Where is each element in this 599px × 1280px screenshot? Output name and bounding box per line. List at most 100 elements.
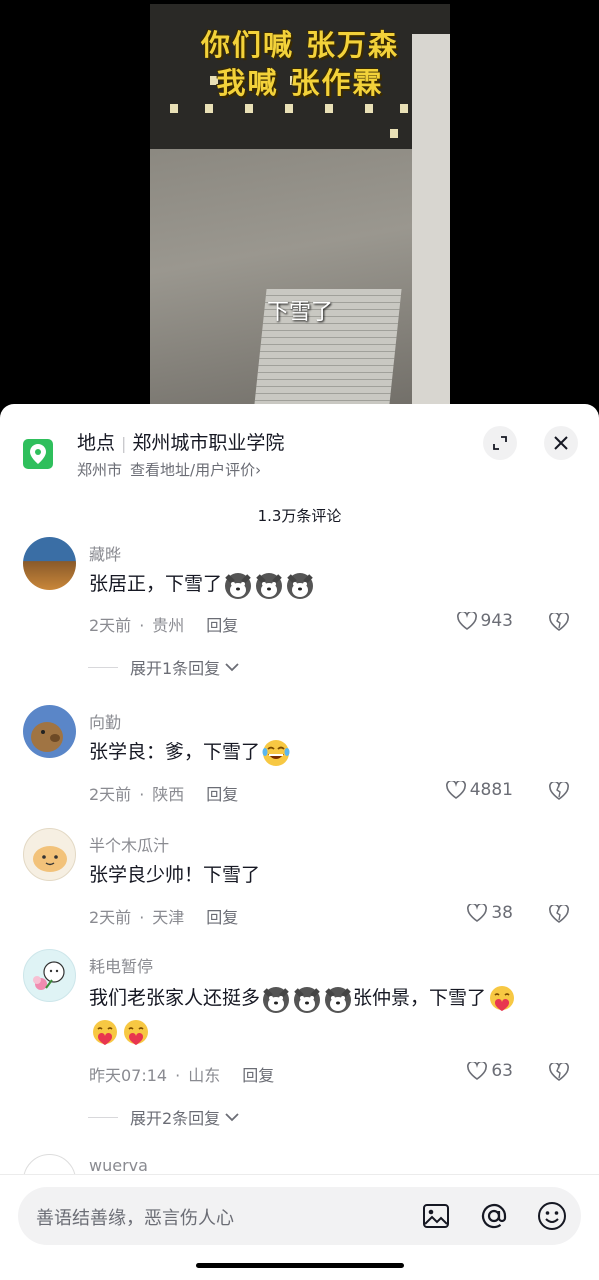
like-count: 4881 — [469, 780, 513, 800]
heart-icon — [456, 612, 477, 630]
broken-heart-icon — [549, 780, 569, 800]
emoji-icon[interactable] — [536, 1200, 568, 1232]
comment-time: 2天前 — [89, 785, 132, 804]
husky-emoji — [325, 986, 352, 1013]
reply-button[interactable]: 回复 — [206, 908, 238, 927]
location-pin-icon — [23, 439, 53, 469]
image-icon[interactable] — [420, 1200, 452, 1232]
comment-username[interactable]: 藏晔 — [89, 541, 121, 565]
expand-replies-label: 展开1条回复 — [130, 659, 221, 678]
broken-heart-icon — [549, 611, 569, 631]
avatar[interactable] — [23, 537, 76, 590]
expand-replies-label: 展开2条回复 — [130, 1109, 221, 1128]
dislike-button[interactable] — [549, 903, 569, 927]
video-frame: 你们喊 张万森 我喊 张作霖 下雪了 — [150, 4, 450, 414]
video-title-line1: 你们喊 张万森 — [200, 28, 400, 62]
location-subtitle[interactable]: 郑州市 查看地址/用户评价› — [77, 459, 261, 480]
comment-time: 2天前 — [89, 616, 132, 635]
comment-body: 我们老张家人还挺多 — [89, 987, 261, 1009]
comment-username[interactable]: 向勤 — [89, 709, 121, 733]
comment-body: 张学良：爹，下雪了 — [89, 741, 261, 763]
heart-icon — [467, 904, 488, 922]
husky-emoji — [256, 572, 283, 599]
chevron-right-icon: › — [255, 461, 262, 479]
expand-button[interactable] — [483, 426, 517, 460]
comment-username[interactable]: wuerva — [89, 1156, 148, 1174]
avatar[interactable] — [23, 828, 76, 881]
reply-button[interactable]: 回复 — [242, 1066, 274, 1085]
comment-username[interactable]: 半个木瓜汁 — [89, 832, 169, 856]
comment-text-line2 — [89, 1016, 151, 1048]
hug-heart-emoji — [490, 985, 515, 1011]
husky-emoji — [225, 572, 252, 599]
home-indicator[interactable] — [196, 1263, 404, 1268]
comment-meta: 昨天07:14 · 山东 回复 — [89, 1066, 275, 1085]
husky-emoji — [263, 986, 290, 1013]
like-count: 63 — [491, 1061, 513, 1081]
hug-heart-emoji — [124, 1019, 148, 1045]
comment-body-continued: 张仲景，下雪了 — [353, 987, 487, 1009]
comment-region: 贵州 — [152, 616, 185, 635]
video-player[interactable]: 你们喊 张万森 我喊 张作霖 下雪了 — [0, 0, 599, 420]
comment-meta: 2天前 · 陕西 回复 — [89, 785, 239, 804]
like-button[interactable]: 63 — [467, 1061, 513, 1081]
location-name: 郑州城市职业学院 — [132, 432, 285, 454]
expand-replies[interactable]: 展开1条回复 — [88, 655, 240, 679]
like-button[interactable]: 943 — [456, 611, 513, 631]
at-icon[interactable] — [478, 1200, 510, 1232]
laugh-cry-emoji — [262, 739, 290, 766]
comment-count: 1.3万条评论 — [257, 507, 342, 525]
reply-button[interactable]: 回复 — [206, 785, 238, 804]
expand-replies[interactable]: 展开2条回复 — [88, 1105, 240, 1129]
comment-input-placeholder: 善语结善缘，恶言伤人心 — [36, 1208, 234, 1229]
avatar[interactable] — [23, 949, 76, 1002]
comment-text: 张居正，下雪了 — [89, 568, 315, 600]
comment-region: 山东 — [188, 1066, 221, 1085]
video-caption: 下雪了 — [266, 300, 333, 325]
video-title-line2: 我喊 张作霖 — [216, 66, 384, 100]
comment-region: 天津 — [152, 908, 185, 927]
separator: | — [121, 434, 127, 453]
comment-meta: 2天前 · 天津 回复 — [89, 908, 239, 927]
location-link: 查看地址/用户评价 — [130, 461, 256, 479]
avatar[interactable] — [23, 1154, 76, 1174]
like-button[interactable]: 38 — [467, 903, 513, 923]
heart-icon — [445, 781, 466, 799]
hug-heart-emoji — [93, 1019, 117, 1045]
comment-body: 张居正，下雪了 — [89, 573, 223, 595]
reply-button[interactable]: 回复 — [206, 616, 238, 635]
location-city: 郑州市 — [77, 461, 123, 479]
divider — [0, 1174, 599, 1175]
heart-icon — [467, 1062, 488, 1080]
close-icon — [554, 436, 568, 450]
broken-heart-icon — [549, 1061, 569, 1081]
dislike-button[interactable] — [549, 1061, 569, 1085]
expand-icon — [493, 436, 507, 450]
comment-body: 张学良少帅！下雪了 — [89, 864, 261, 886]
like-button[interactable]: 4881 — [445, 780, 513, 800]
chevron-down-icon — [225, 1113, 239, 1122]
chevron-down-icon — [225, 663, 239, 672]
comment-region: 陕西 — [152, 785, 185, 804]
close-button[interactable] — [544, 426, 578, 460]
comment-input[interactable]: 善语结善缘，恶言伤人心 — [18, 1187, 581, 1245]
comment-time: 2天前 — [89, 908, 132, 927]
like-count: 943 — [480, 611, 513, 631]
comment-time: 昨天07:14 — [89, 1066, 168, 1085]
location-title[interactable]: 地点 | 郑州城市职业学院 — [77, 428, 284, 455]
comment-meta: 2天前 · 贵州 回复 — [89, 616, 239, 635]
comment-text: 我们老张家人还挺多 张仲景，下雪了 — [89, 982, 517, 1014]
dislike-button[interactable] — [549, 611, 569, 635]
husky-emoji — [294, 986, 321, 1013]
location-label: 地点 — [77, 432, 116, 454]
comment-sheet: 地点 | 郑州城市职业学院 郑州市 查看地址/用户评价› 1.3万条评论 藏晔 张居正… — [0, 404, 599, 1280]
comment-text: 张学良：爹，下雪了 — [89, 736, 291, 768]
comment-text: 张学良少帅！下雪了 — [89, 859, 260, 891]
avatar[interactable] — [23, 705, 76, 758]
broken-heart-icon — [549, 903, 569, 923]
like-count: 38 — [491, 903, 513, 923]
dislike-button[interactable] — [549, 780, 569, 804]
husky-emoji — [287, 572, 314, 599]
comment-item: wuerva — [0, 1152, 599, 1174]
comment-username[interactable]: 耗电暂停 — [89, 953, 153, 977]
